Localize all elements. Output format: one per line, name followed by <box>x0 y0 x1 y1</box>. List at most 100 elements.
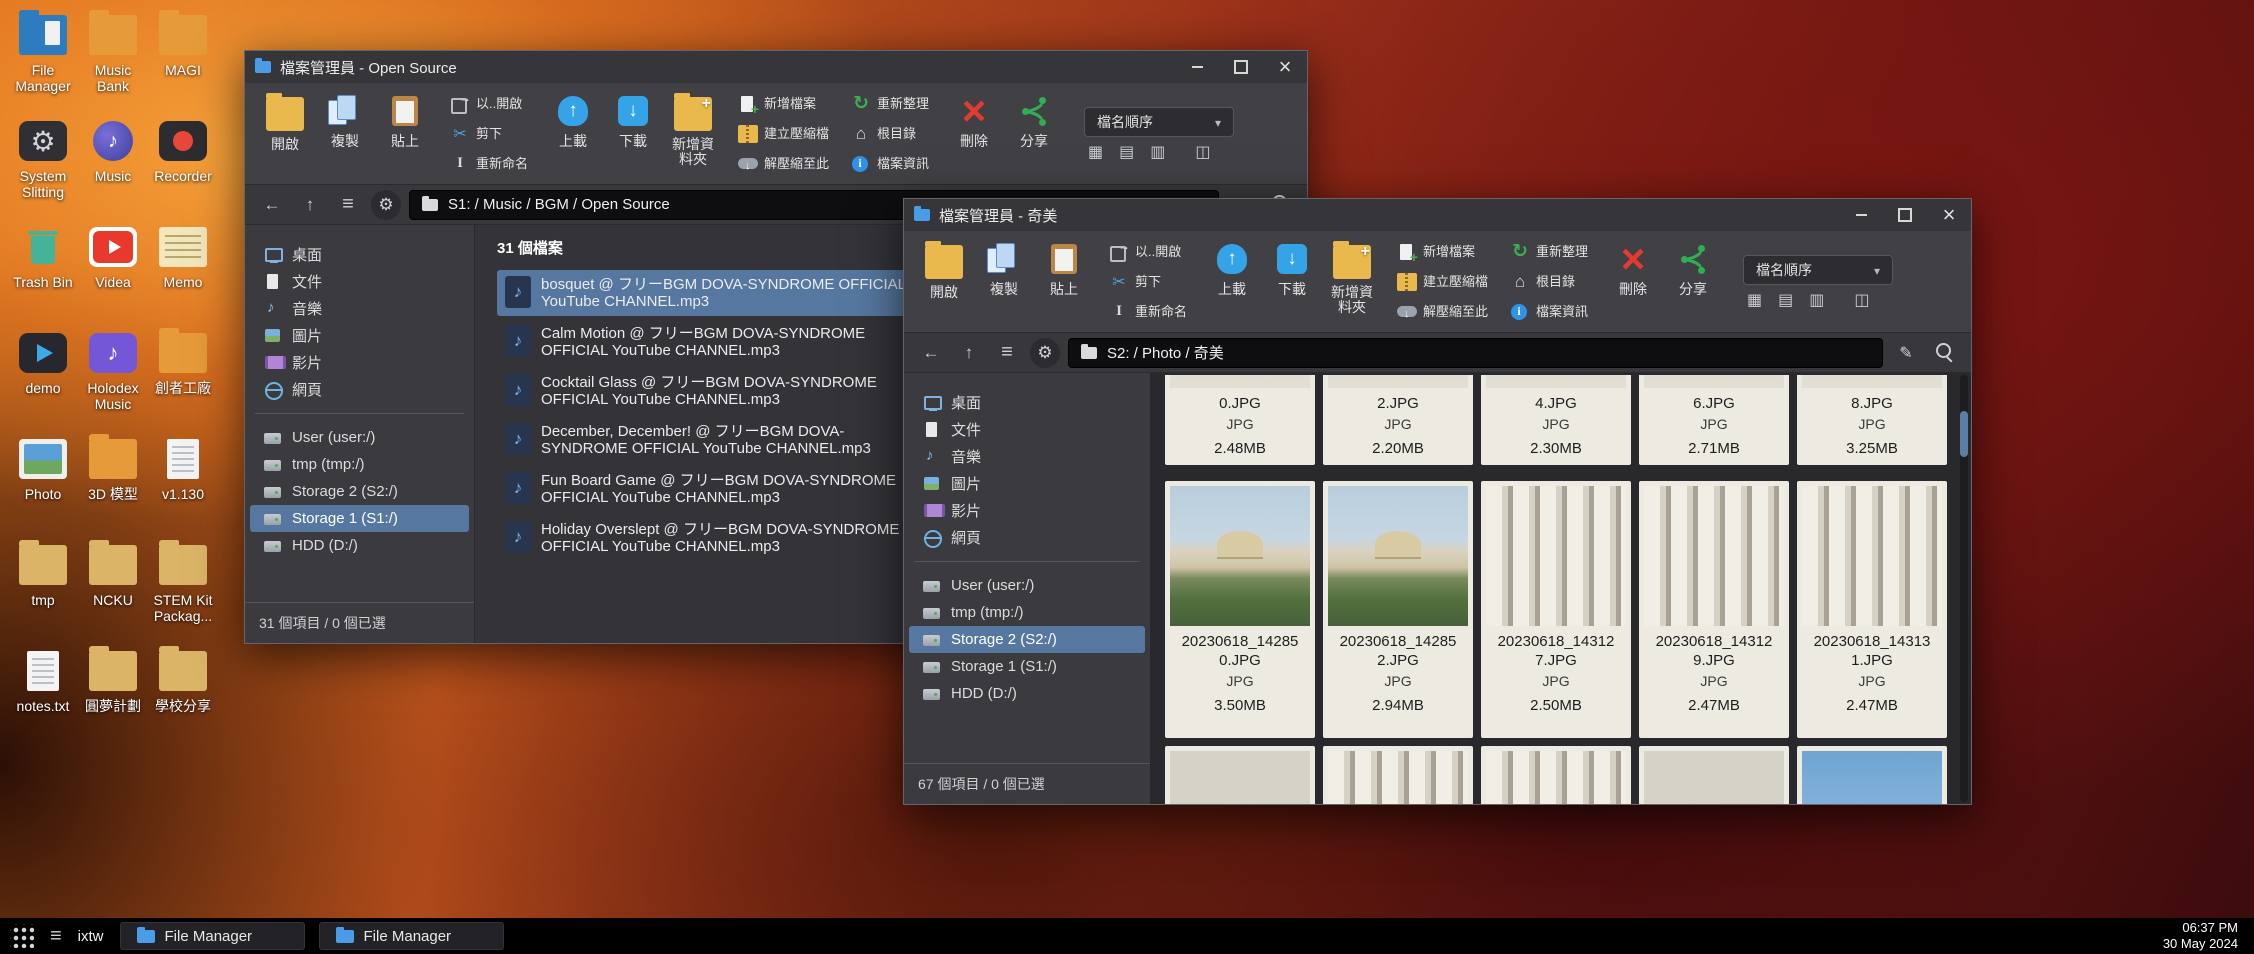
desktop-icon[interactable]: NCKU <box>80 542 146 648</box>
share-button[interactable]: 分享 <box>1665 237 1721 326</box>
download-button[interactable]: 下載 <box>605 89 661 178</box>
new-file-button[interactable]: 新增檔案 <box>733 90 834 118</box>
sort-dropdown[interactable]: 檔名順序 <box>1084 107 1234 137</box>
sidebar-place-item[interactable]: 音樂 <box>250 295 469 322</box>
desktop-icon[interactable]: Videa <box>80 224 146 330</box>
file-item[interactable]: December, December! @ フリーBGM DOVA-SYNDRO… <box>497 417 927 463</box>
view-compact-button[interactable] <box>1150 145 1165 161</box>
desktop-icon[interactable]: 創者工廠 <box>150 330 216 436</box>
file-item[interactable]: Holiday Overslept @ フリーBGM DOVA-SYNDROME… <box>497 515 927 561</box>
sidebar-device-item[interactable]: Storage 2 (S2:/) <box>250 478 469 505</box>
file-item[interactable]: bosquet @ フリーBGM DOVA-SYNDROME OFFICIAL … <box>497 270 927 316</box>
sidebar-place-item[interactable]: 文件 <box>909 416 1145 443</box>
desktop-icon[interactable]: File Manager <box>10 12 76 118</box>
view-grid-button[interactable] <box>1747 293 1762 309</box>
archive-button[interactable]: 建立壓縮檔 <box>1392 268 1493 296</box>
photo-item[interactable]: 20230618_14312 9.JPG JPG 2.47MB <box>1639 481 1789 738</box>
photo-item[interactable]: 0.JPG JPG 2.48MB <box>1165 375 1315 465</box>
sidebar-device-item[interactable]: HDD (D:/) <box>250 532 469 559</box>
desktop-icon[interactable]: notes.txt <box>10 648 76 754</box>
new-folder-button[interactable]: 新增資料夾 <box>665 89 721 178</box>
titlebar[interactable]: 檔案管理員 - 奇美 <box>904 199 1971 231</box>
view-list-button[interactable] <box>1778 293 1793 309</box>
photo-item[interactable] <box>1165 746 1315 804</box>
desktop-icon[interactable]: Music Bank <box>80 12 146 118</box>
desktop-icon[interactable]: 3D 模型 <box>80 436 146 542</box>
desktop-icon[interactable]: 學校分享 <box>150 648 216 754</box>
sidebar-place-item[interactable]: 圖片 <box>250 322 469 349</box>
photo-item[interactable] <box>1639 746 1789 804</box>
photo-item[interactable]: 20230618_14285 0.JPG JPG 3.50MB <box>1165 481 1315 738</box>
sort-dropdown[interactable]: 檔名順序 <box>1743 255 1893 285</box>
scrollbar[interactable] <box>1960 375 1968 802</box>
desktop-icon[interactable]: Holodex Music <box>80 330 146 436</box>
sidebar-device-item[interactable]: User (user:/) <box>250 424 469 451</box>
sidebar-place-item[interactable]: 影片 <box>250 349 469 376</box>
photo-item[interactable]: 20230618_14313 1.JPG JPG 2.47MB <box>1797 481 1947 738</box>
app-launcher-icon[interactable] <box>10 924 34 948</box>
desktop-icon[interactable]: MAGI <box>150 12 216 118</box>
maximize-button[interactable] <box>1883 199 1927 231</box>
desktop-icon[interactable]: System Slitting <box>10 118 76 224</box>
photo-item[interactable]: 2.JPG JPG 2.20MB <box>1323 375 1473 465</box>
close-button[interactable] <box>1927 199 1971 231</box>
sidebar-place-item[interactable]: 桌面 <box>909 389 1145 416</box>
desktop-icon[interactable]: Trash Bin <box>10 224 76 330</box>
cut-button[interactable]: 剪下 <box>445 120 533 148</box>
search-button[interactable] <box>1929 338 1959 368</box>
rename-button[interactable]: 重新命名 <box>445 150 533 178</box>
sidebar-device-item[interactable]: Storage 1 (S1:/) <box>250 505 469 532</box>
maximize-button[interactable] <box>1219 51 1263 83</box>
sidebar-place-item[interactable]: 圖片 <box>909 470 1145 497</box>
info-button[interactable]: 檔案資訊 <box>846 150 934 178</box>
settings-gear-button[interactable] <box>1030 338 1060 368</box>
desktop-icon[interactable]: tmp <box>10 542 76 648</box>
menu-button[interactable] <box>333 190 363 220</box>
root-button[interactable]: 根目錄 <box>1505 268 1593 296</box>
back-button[interactable] <box>916 338 946 368</box>
titlebar[interactable]: 檔案管理員 - Open Source <box>245 51 1307 83</box>
settings-gear-button[interactable] <box>371 190 401 220</box>
address-bar[interactable]: S2: / Photo / 奇美 <box>1068 338 1883 368</box>
taskbar-menu-icon[interactable] <box>50 925 62 948</box>
open-with-button[interactable]: 以..開啟 <box>445 90 533 118</box>
file-item[interactable]: Fun Board Game @ フリーBGM DOVA-SYNDROME OF… <box>497 466 927 512</box>
upload-button[interactable]: 上載 <box>545 89 601 178</box>
sidebar-device-item[interactable]: HDD (D:/) <box>909 680 1145 707</box>
desktop-icon[interactable]: Memo <box>150 224 216 330</box>
open-with-button[interactable]: 以..開啟 <box>1104 238 1192 266</box>
desktop-icon[interactable]: Recorder <box>150 118 216 224</box>
sidebar-place-item[interactable]: 網頁 <box>909 524 1145 551</box>
sidebar-device-item[interactable]: tmp (tmp:/) <box>250 451 469 478</box>
new-file-button[interactable]: 新增檔案 <box>1392 238 1493 266</box>
desktop-icon[interactable]: STEM Kit Packag... <box>150 542 216 648</box>
refresh-button[interactable]: 重新整理 <box>846 90 934 118</box>
up-button[interactable] <box>954 338 984 368</box>
desktop-icon[interactable]: v1.130 <box>150 436 216 542</box>
view-grid-button[interactable] <box>1088 145 1103 161</box>
photo-item[interactable] <box>1797 746 1947 804</box>
view-list-button[interactable] <box>1119 145 1134 161</box>
share-button[interactable]: 分享 <box>1006 89 1062 178</box>
taskbar-task-button[interactable]: File Manager <box>319 922 504 950</box>
photo-item[interactable]: 6.JPG JPG 2.71MB <box>1639 375 1789 465</box>
close-button[interactable] <box>1263 51 1307 83</box>
up-button[interactable] <box>295 190 325 220</box>
file-item[interactable]: Cocktail Glass @ フリーBGM DOVA-SYNDROME OF… <box>497 368 927 414</box>
archive-button[interactable]: 建立壓縮檔 <box>733 120 834 148</box>
photo-item[interactable]: 20230618_14285 2.JPG JPG 2.94MB <box>1323 481 1473 738</box>
open-button[interactable]: 開啟 <box>257 89 313 178</box>
view-columns-button[interactable] <box>1854 293 1869 309</box>
paste-button[interactable]: 貼上 <box>377 89 433 178</box>
delete-button[interactable]: 刪除 <box>1605 237 1661 326</box>
minimize-button[interactable] <box>1839 199 1883 231</box>
paste-button[interactable]: 貼上 <box>1036 237 1092 326</box>
desktop-icon[interactable]: Music <box>80 118 146 224</box>
info-button[interactable]: 檔案資訊 <box>1505 298 1593 326</box>
sidebar-device-item[interactable]: Storage 2 (S2:/) <box>909 626 1145 653</box>
photo-item[interactable]: 8.JPG JPG 3.25MB <box>1797 375 1947 465</box>
sidebar-place-item[interactable]: 桌面 <box>250 241 469 268</box>
cut-button[interactable]: 剪下 <box>1104 268 1192 296</box>
root-button[interactable]: 根目錄 <box>846 120 934 148</box>
edit-path-button[interactable] <box>1891 338 1921 368</box>
